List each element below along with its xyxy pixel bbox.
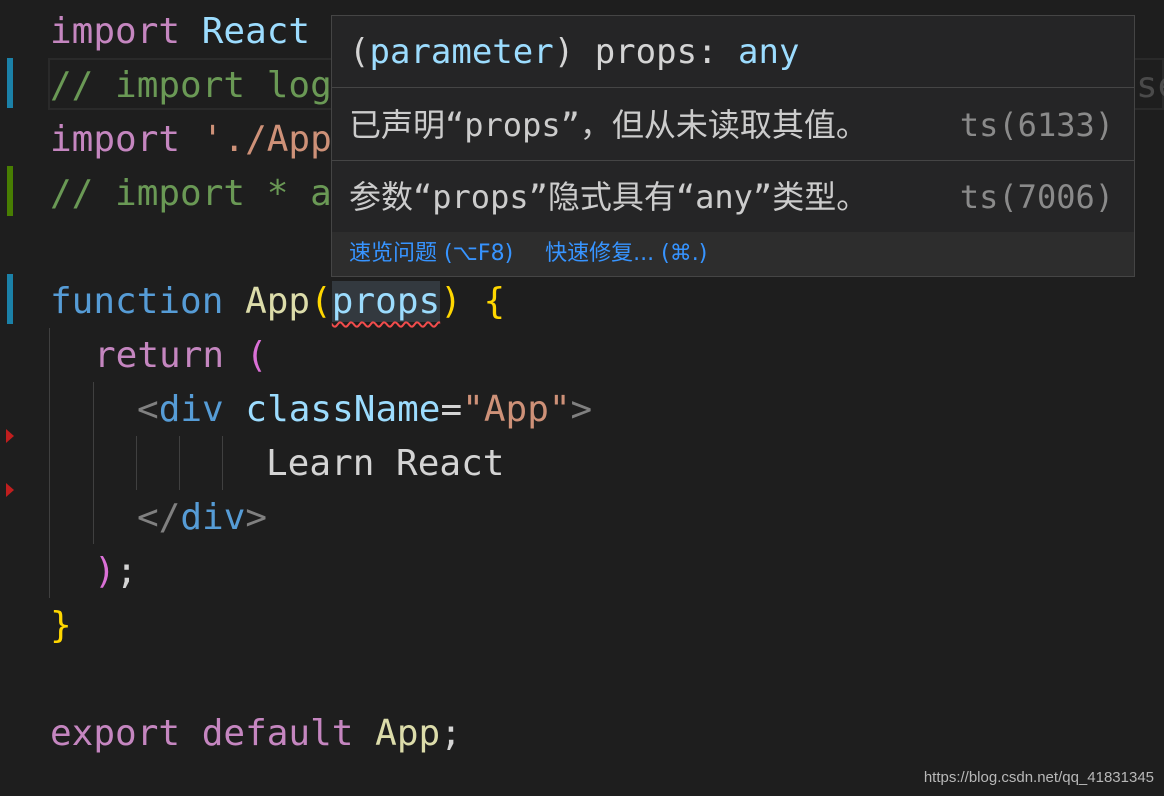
sig-colon: :: [697, 32, 718, 72]
code-line-9[interactable]: Learn React: [266, 437, 504, 491]
watermark: https://blog.csdn.net/qq_41831345: [923, 769, 1154, 786]
semicolon: ;: [115, 551, 138, 592]
indent-guide: [179, 436, 180, 490]
peek-problem-link[interactable]: 速览问题 (⌥F8): [349, 241, 513, 266]
hover-tooltip[interactable]: (parameter) props: any 已声明“props”，但从未读取其…: [331, 15, 1135, 277]
sig-type: any: [738, 32, 800, 72]
gutter-modified-marker[interactable]: [7, 274, 13, 324]
indent-guide: [93, 382, 94, 544]
string-literal: './App: [201, 119, 332, 160]
brace-close: }: [50, 605, 72, 646]
tag-close-bracket: >: [570, 389, 593, 430]
indent-guide: [136, 436, 137, 490]
comment: // import * a: [50, 173, 332, 214]
paren-open: (: [310, 281, 332, 322]
jsx-text: Learn React: [266, 443, 505, 484]
keyword-default: default: [201, 713, 354, 754]
identifier-app: App: [375, 713, 441, 754]
comment: // import log: [50, 65, 332, 106]
attribute-value: "App": [462, 389, 571, 430]
message-code: ts(7006): [959, 178, 1114, 216]
message-code: ts(6133): [959, 106, 1114, 144]
tag-name: div: [180, 497, 246, 538]
keyword-import: import: [50, 11, 181, 52]
message-text: 已声明“props”，但从未读取其值。: [349, 106, 868, 144]
code-editor[interactable]: import React // import log import './App…: [0, 0, 1164, 796]
code-line-12[interactable]: }: [50, 599, 72, 653]
keyword-import: import: [50, 119, 181, 160]
tag-open-bracket: <: [137, 389, 159, 430]
quick-fix-link[interactable]: 快速修复... (⌘.): [545, 241, 707, 266]
hover-actions: 速览问题 (⌥F8) 快速修复... (⌘.): [332, 232, 1134, 276]
sig-paren-close: ): [553, 32, 575, 72]
hidden-code-text: se: [1136, 65, 1164, 106]
sig-param-name: props: [594, 32, 698, 72]
code-line-8[interactable]: <div className="App">: [137, 383, 592, 437]
tag-name: div: [158, 389, 224, 430]
sig-paren-open: (: [349, 32, 370, 72]
code-line-14[interactable]: export default App;: [50, 707, 462, 761]
code-line-6[interactable]: function App(props) {: [50, 275, 505, 329]
code-line-11[interactable]: );: [94, 545, 137, 599]
code-line-10[interactable]: </div>: [137, 491, 267, 545]
code-line-7[interactable]: return (: [94, 329, 267, 383]
brace-open: {: [483, 281, 506, 322]
semicolon: ;: [440, 713, 462, 754]
tag-close-bracket: >: [245, 497, 268, 538]
hover-message-unused: 已声明“props”，但从未读取其值。 ts(6133): [332, 89, 1134, 161]
message-text: 参数“props”隐式具有“any”类型。: [349, 178, 869, 216]
identifier-react: React: [201, 11, 311, 52]
tag-open-bracket: </: [137, 497, 181, 538]
code-line-3[interactable]: import './App: [50, 113, 332, 167]
gutter-deleted-marker[interactable]: [6, 483, 14, 497]
paren-close: ): [440, 281, 462, 322]
gutter-deleted-marker[interactable]: [6, 429, 14, 443]
code-line-1[interactable]: import React: [50, 5, 310, 59]
hover-message-implicit-any: 参数“props”隐式具有“any”类型。 ts(7006): [332, 161, 1134, 233]
hidden-code-fragment: se: [1136, 59, 1164, 113]
keyword-export: export: [50, 713, 181, 754]
indent-guide: [49, 328, 50, 598]
paren-close: ): [94, 551, 116, 592]
code-line-2[interactable]: // import log: [50, 59, 332, 113]
indent-guide: [222, 436, 223, 490]
paren-open: (: [245, 335, 268, 376]
keyword-function: function: [50, 281, 224, 322]
attribute-name: className: [245, 389, 441, 430]
gutter-added-marker[interactable]: [7, 166, 13, 216]
hover-signature: (parameter) props: any: [332, 16, 1134, 88]
code-line-4[interactable]: // import * a: [50, 167, 332, 221]
sig-kind: parameter: [369, 32, 554, 72]
gutter-modified-marker[interactable]: [7, 58, 13, 108]
param-props-error[interactable]: props: [331, 281, 441, 322]
equals-sign: =: [440, 389, 463, 430]
function-name: App: [245, 281, 311, 322]
keyword-return: return: [94, 335, 225, 376]
